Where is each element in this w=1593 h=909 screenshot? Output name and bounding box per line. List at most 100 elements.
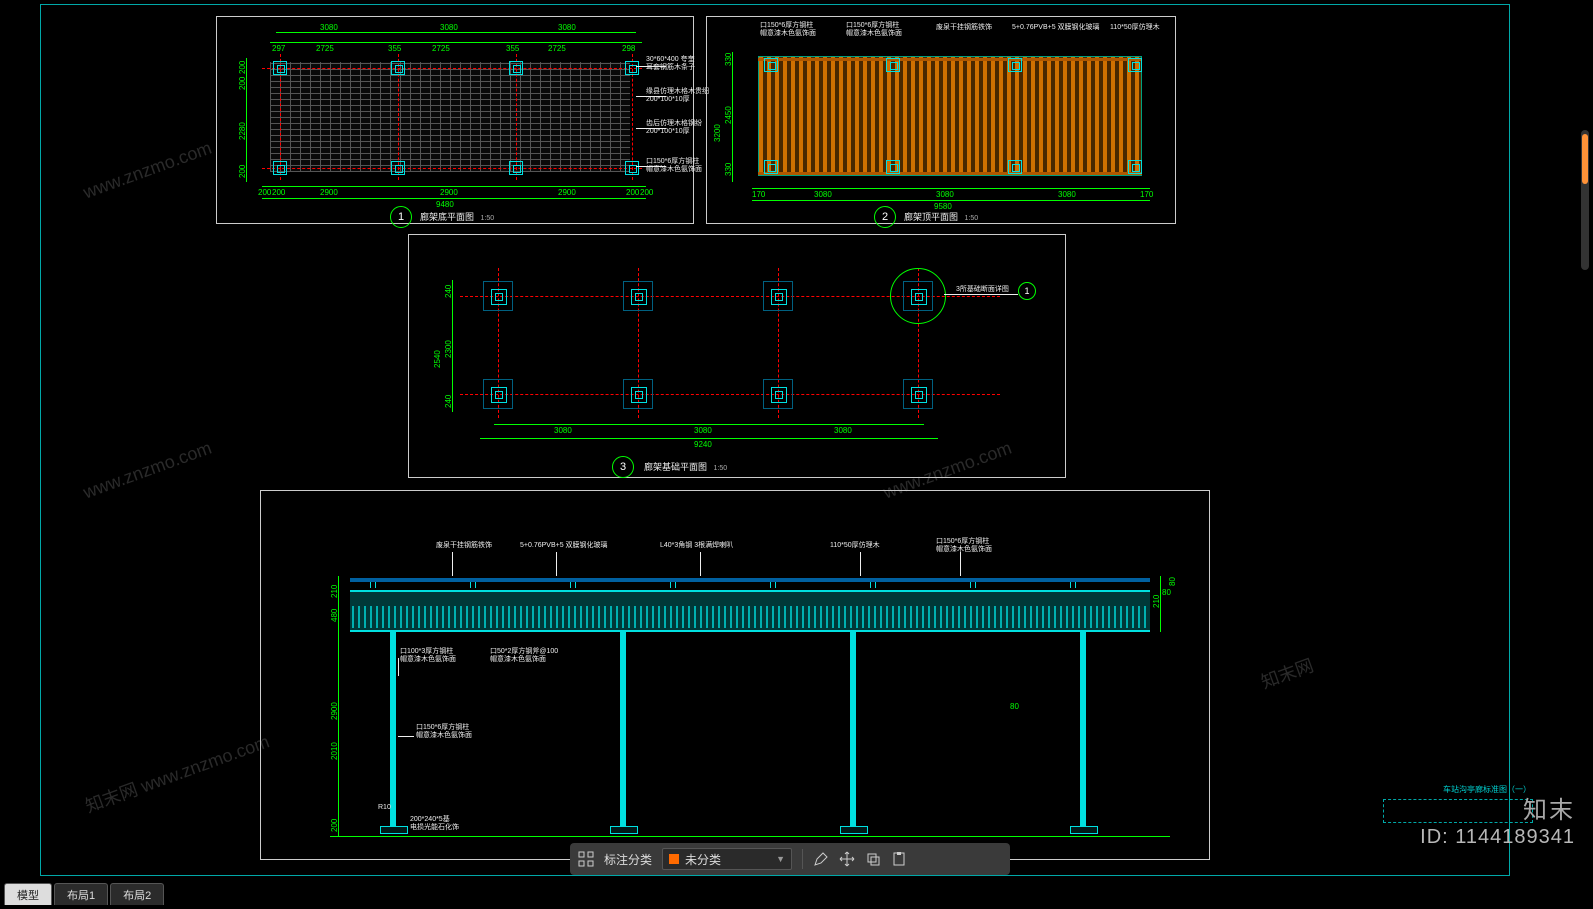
- dim: 9480: [436, 200, 454, 209]
- paste-icon[interactable]: [891, 851, 907, 867]
- roof-slats: [758, 56, 1142, 176]
- dim: 3080: [440, 23, 458, 32]
- detail-circle: [890, 268, 946, 324]
- view-scale: 1:50: [965, 215, 979, 222]
- roof-bracket: [970, 582, 976, 588]
- view-frame-4: [260, 490, 1210, 860]
- dim: 210: [1152, 595, 1161, 608]
- leader: [398, 658, 399, 676]
- tab-layout2[interactable]: 布局2: [110, 883, 164, 905]
- chevron-down-icon: ▼: [776, 854, 785, 864]
- id-label: ID: 1144189341: [1420, 826, 1575, 849]
- toolbar-label: 标注分类: [604, 851, 652, 868]
- annotation: 口150*6厚方钢柱帽意漆木色氨饰面: [760, 22, 816, 39]
- copy-icon[interactable]: [865, 851, 881, 867]
- rail: [758, 172, 1142, 175]
- tab-label: 模型: [17, 890, 39, 902]
- dim: 9240: [694, 440, 712, 449]
- roof-bracket: [570, 582, 576, 588]
- annotation: 缘县仿理木格木贵细200*100*10厚: [646, 88, 709, 105]
- column: [273, 161, 287, 175]
- dim: 80: [1168, 577, 1177, 586]
- dim: 2725: [316, 44, 334, 53]
- dim: 210: [330, 585, 339, 598]
- dim-line: [262, 198, 646, 199]
- post-base: [840, 826, 868, 834]
- dim-line: [262, 186, 646, 187]
- annotation: R10: [378, 804, 391, 812]
- dim: 298: [622, 44, 635, 53]
- rail: [758, 58, 1142, 61]
- view-name: 廊架底平面图: [420, 212, 474, 222]
- leader: [860, 552, 861, 576]
- dim: 2900: [330, 702, 339, 720]
- post: [620, 632, 626, 828]
- move-icon[interactable]: [839, 851, 855, 867]
- view-title-1: 廊架底平面图 1:50: [420, 210, 494, 223]
- view-balloon-2: 2: [874, 206, 896, 228]
- balloon-num: 2: [882, 211, 888, 223]
- dim: 2725: [432, 44, 450, 53]
- column: [625, 61, 639, 75]
- dim: 170: [1140, 190, 1153, 199]
- dim: 200: [258, 188, 271, 197]
- footing: [623, 281, 653, 311]
- annotation: 口100*3厚方钢柱帽意漆木色氨饰面: [400, 648, 456, 665]
- post: [1080, 632, 1086, 828]
- tab-layout1[interactable]: 布局1: [54, 883, 108, 905]
- dim: 2900: [558, 188, 576, 197]
- category-swatch: [669, 854, 679, 864]
- post: [850, 632, 856, 828]
- column: [273, 61, 287, 75]
- dim: 3080: [1058, 190, 1076, 199]
- annotation: 5+0.76PVB+5 双膜钢化玻璃: [520, 542, 608, 550]
- dim: 2450: [724, 106, 733, 124]
- column: [391, 161, 405, 175]
- dim: 2300: [444, 340, 453, 358]
- detail-balloon: 1: [1018, 282, 1036, 300]
- dim: 355: [388, 44, 401, 53]
- roof-bracket: [870, 582, 876, 588]
- separator: [802, 849, 803, 869]
- category-dropdown[interactable]: 未分类 ▼: [662, 848, 792, 870]
- dim: 3080: [554, 426, 572, 435]
- annotation: 口150*6厚方钢柱帽意漆木色氨饰面: [936, 538, 992, 555]
- tab-label: 布局1: [67, 890, 95, 902]
- leader: [556, 552, 557, 576]
- dim: 2010: [330, 742, 339, 760]
- annotation: 200*240*5基电损光能石化饰: [410, 816, 459, 833]
- dim: 3080: [694, 426, 712, 435]
- dim: 200: [640, 188, 653, 197]
- column: [1128, 58, 1142, 72]
- annotation: 口50*2厚方钢斧@100帽意漆木色氨饰面: [490, 648, 558, 665]
- ground-line: [330, 836, 1170, 837]
- category-text: 未分类: [685, 851, 721, 868]
- drawing-canvas[interactable]: www.znzmo.com www.znzmo.com 知末网 www.znzm…: [0, 0, 1593, 879]
- view-frame-3: [408, 234, 1066, 478]
- view-title-3: 廊架基础平面图 1:50: [644, 460, 727, 473]
- tab-model[interactable]: 模型: [4, 883, 52, 905]
- leader: [944, 294, 1018, 295]
- edit-icon[interactable]: [813, 851, 829, 867]
- scrollbar[interactable]: [1581, 130, 1589, 270]
- layout-tabs: 模型 布局1 布局2: [4, 883, 164, 905]
- centerline: [262, 168, 642, 169]
- dim: 200: [330, 819, 339, 832]
- column: [764, 160, 778, 174]
- column: [886, 160, 900, 174]
- annotation: 口150*6厚方钢柱帽意漆木色氨饰面: [646, 158, 702, 175]
- dim: 200: [626, 188, 639, 197]
- annotation: L40*3角钢 3根满焊喇叭: [660, 542, 733, 550]
- annotation: 齿后仿理木格钢纷200*100*10厚: [646, 120, 702, 137]
- grid-icon[interactable]: [578, 851, 594, 867]
- dim-line: [494, 424, 924, 425]
- annotation: 110*50厚仿理木: [1110, 24, 1160, 32]
- column: [1008, 58, 1022, 72]
- column: [1128, 160, 1142, 174]
- dim-line: [270, 42, 642, 43]
- footing: [903, 379, 933, 409]
- column: [509, 61, 523, 75]
- annotation: 口150*6厚方钢柱帽意漆木色氨饰面: [846, 22, 902, 39]
- annotation: 废泉干挂钢筋铁饰: [936, 24, 992, 32]
- post-base: [610, 826, 638, 834]
